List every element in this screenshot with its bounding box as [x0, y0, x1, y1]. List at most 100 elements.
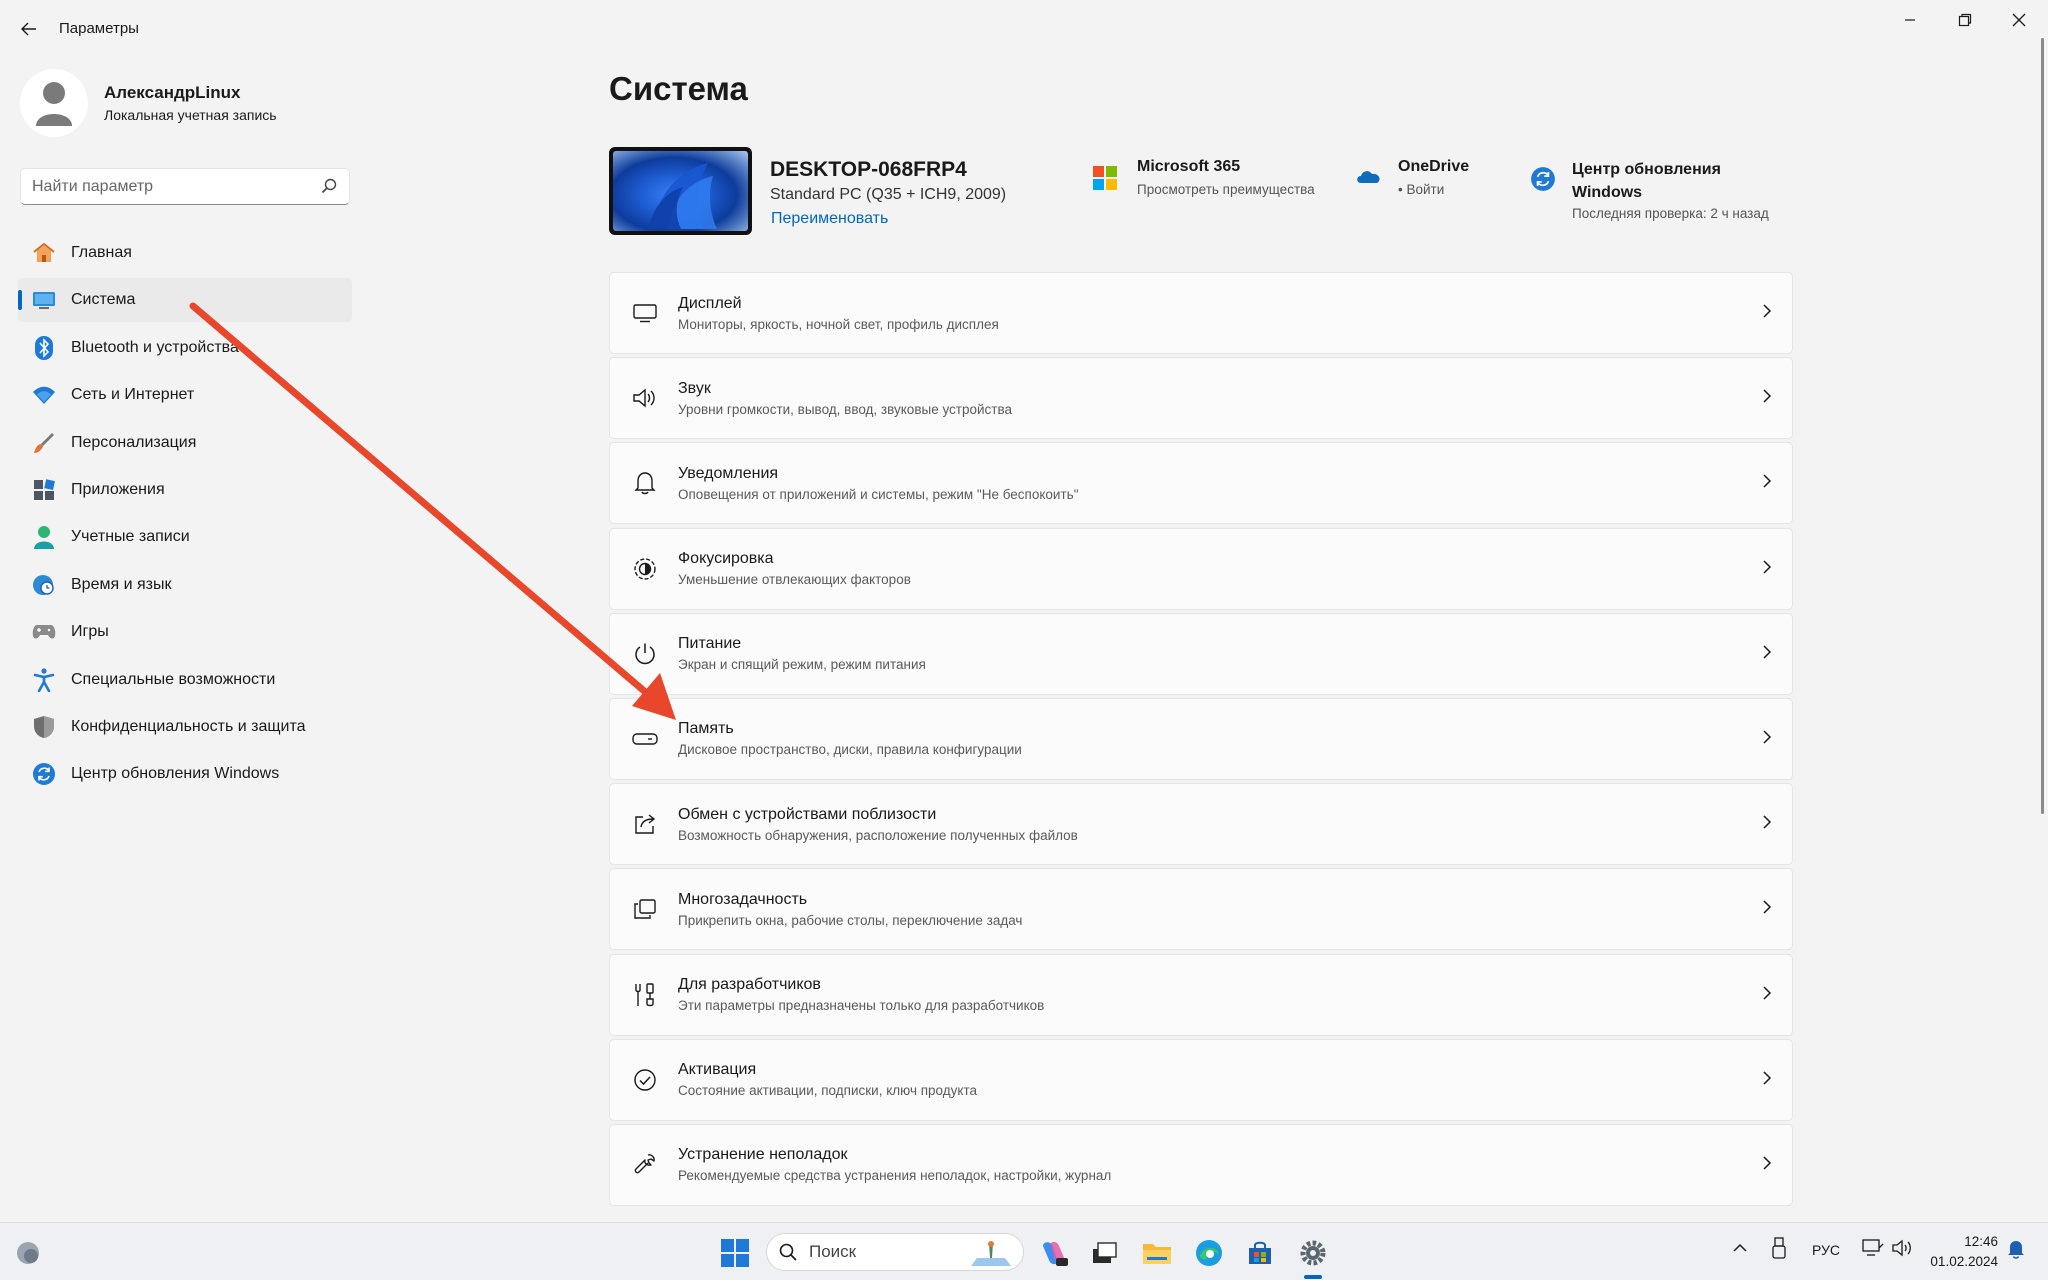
tile-microsoft-365[interactable]: Microsoft 365 Просмотреть преимущества [1093, 158, 1315, 197]
restore-icon [1958, 13, 1972, 27]
sidebar-item-label: Персонализация [71, 433, 197, 451]
sidebar-nav: Главная Система Bluetooth и устройства С… [18, 231, 352, 800]
device-wallpaper-thumbnail [609, 147, 752, 235]
sidebar-item-label: Сеть и Интернет [71, 386, 195, 404]
sidebar-item-label: Система [71, 291, 136, 309]
weather-widget-icon [17, 1242, 39, 1264]
sidebar-item-label: Центр обновления Windows [71, 765, 280, 783]
tray-overflow-button[interactable] [1732, 1240, 1748, 1256]
taskbar: Поиск РУС 12:46 01.02.2024 [0, 1222, 2048, 1280]
sidebar-item-system[interactable]: Система [18, 278, 352, 323]
store-button[interactable] [1240, 1233, 1280, 1273]
chevron-right-icon [1763, 1156, 1772, 1170]
apps-icon [31, 477, 57, 503]
usb-device-button[interactable] [1772, 1237, 1786, 1262]
card-title: Устранение неполадок [678, 1146, 848, 1164]
chevron-right-icon [1763, 900, 1772, 914]
system-display-icon [31, 287, 57, 313]
rename-link[interactable]: Переименовать [771, 210, 888, 228]
close-button[interactable] [1992, 0, 2046, 40]
update-icon [31, 761, 57, 787]
gear-icon [1300, 1240, 1326, 1266]
wrench-icon [629, 1149, 661, 1181]
share-icon [629, 808, 661, 840]
speaker-icon [629, 382, 661, 414]
settings-search [20, 168, 350, 205]
card-focus[interactable]: Фокусировка Уменьшение отвлекающих фактор… [609, 527, 1793, 610]
card-power[interactable]: Питание Экран и спящий режим, режим питан… [609, 612, 1793, 695]
sidebar-item-windows-update[interactable]: Центр обновления Windows [18, 752, 352, 796]
windows-logo-icon [721, 1239, 749, 1267]
developer-tools-icon [629, 979, 661, 1011]
tile-subtitle: • Войти [1398, 182, 1445, 197]
task-view-button[interactable] [1084, 1233, 1124, 1273]
search-highlight-icon [971, 1241, 1011, 1266]
sidebar-item-gaming[interactable]: Игры [18, 610, 352, 654]
back-button[interactable] [14, 14, 44, 44]
card-description: Эти параметры предназначены только для р… [678, 998, 1045, 1013]
card-activation[interactable]: Активация Состояние активации, подписки, … [609, 1038, 1793, 1121]
card-title: Уведомления [678, 464, 779, 482]
widgets-button[interactable] [8, 1233, 48, 1273]
active-app-indicator [1304, 1275, 1322, 1279]
taskbar-search-label: Поиск [809, 1242, 857, 1261]
card-display[interactable]: Дисплей Мониторы, яркость, ночной свет, п… [609, 272, 1793, 354]
card-multitasking[interactable]: Многозадачность Прикрепить окна, рабочие … [609, 868, 1793, 951]
person-avatar-icon [36, 82, 72, 126]
device-name: DESKTOP-068FRP4 [770, 158, 967, 181]
card-notifications[interactable]: Уведомления Оповещения от приложений и си… [609, 442, 1793, 525]
restore-button[interactable] [1938, 0, 1992, 40]
usb-icon [1772, 1237, 1786, 1259]
sidebar-item-accounts[interactable]: Учетные записи [18, 515, 352, 559]
start-button[interactable] [715, 1233, 755, 1273]
tile-onedrive[interactable]: OneDrive • Войти [1355, 158, 1469, 197]
card-description: Состояние активации, подписки, ключ прод… [678, 1083, 977, 1099]
edge-button[interactable] [1189, 1233, 1229, 1273]
taskbar-search[interactable]: Поиск [766, 1233, 1024, 1271]
language-indicator[interactable]: РУС [1812, 1242, 1840, 1258]
copilot-button[interactable] [1034, 1233, 1074, 1273]
sidebar-item-privacy[interactable]: Конфиденциальность и защита [18, 705, 352, 749]
scrollbar[interactable] [2041, 38, 2044, 814]
sidebar-item-network[interactable]: Сеть и Интернет [18, 373, 352, 417]
search-icon[interactable] [321, 178, 337, 194]
sidebar-item-accessibility[interactable]: Специальные возможности [18, 658, 352, 702]
card-troubleshoot[interactable]: Устранение неполадок Рекомендуемые средст… [609, 1123, 1793, 1206]
brush-icon [31, 430, 57, 456]
file-explorer-button[interactable] [1137, 1233, 1177, 1273]
focus-icon [629, 553, 661, 585]
card-title: Память [678, 720, 734, 738]
sidebar-item-personalization[interactable]: Персонализация [18, 421, 352, 465]
card-developers[interactable]: Для разработчиков Эти параметры предназна… [609, 953, 1793, 1036]
clock[interactable]: 12:46 01.02.2024 [1928, 1232, 1998, 1272]
minimize-button[interactable] [1883, 0, 1937, 40]
card-sound[interactable]: Звук Уровни громкости, вывод, ввод, звуко… [609, 357, 1793, 440]
volume-button[interactable] [1891, 1238, 1913, 1261]
chevron-right-icon [1763, 645, 1772, 659]
chevron-right-icon [1763, 304, 1772, 318]
clock-date: 01.02.2024 [1930, 1254, 1998, 1269]
card-nearby-sharing[interactable]: Обмен с устройствами поблизости Возможнос… [609, 783, 1793, 866]
card-title: Активация [678, 1061, 757, 1079]
network-status-button[interactable] [1862, 1238, 1884, 1261]
sidebar-item-time-language[interactable]: Время и язык [18, 563, 352, 607]
card-title: Для разработчиков [678, 976, 821, 993]
notifications-button[interactable] [2007, 1239, 2025, 1262]
tile-windows-update[interactable]: Центр обновления Windows Последняя прове… [1530, 158, 1787, 221]
settings-app-button[interactable] [1293, 1233, 1333, 1273]
update-icon [1530, 166, 1556, 221]
bell-icon [629, 467, 661, 499]
sidebar-item-bluetooth[interactable]: Bluetooth и устройства [18, 326, 352, 370]
sidebar-item-home[interactable]: Главная [18, 231, 352, 275]
onedrive-cloud-icon [1355, 168, 1381, 197]
store-icon [1249, 1241, 1271, 1264]
sidebar-item-label: Игры [71, 623, 109, 641]
card-description: Рекомендуемые средства устранения непола… [678, 1168, 1112, 1184]
sidebar-item-apps[interactable]: Приложения [18, 468, 352, 512]
settings-card-list: Дисплей Мониторы, яркость, ночной свет, п… [609, 272, 1793, 1209]
card-storage[interactable]: Память Дисковое пространство, диски, прав… [609, 697, 1793, 780]
clock-time: 12:46 [1964, 1234, 1998, 1249]
user-profile[interactable]: АлександрLinux Локальная учетная запись [20, 68, 277, 138]
bluetooth-icon [31, 335, 57, 361]
search-input[interactable] [32, 177, 312, 196]
